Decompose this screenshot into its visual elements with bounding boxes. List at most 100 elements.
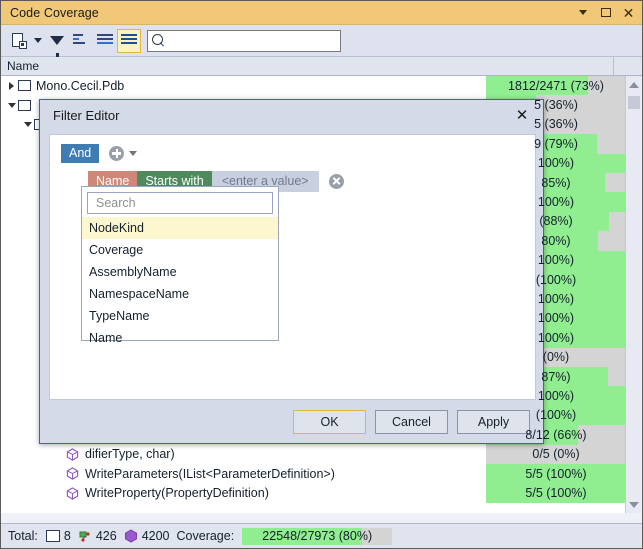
funnel-icon [50, 36, 64, 58]
method-icon-svg [124, 529, 137, 543]
window-titlebar: Code Coverage ✕ [1, 1, 642, 25]
method-icon [66, 448, 79, 461]
row-coverage-value: 80%) [541, 233, 571, 248]
toolbar [1, 25, 642, 58]
plus-circle-icon[interactable] [109, 146, 125, 161]
row-coverage-value: (100%) [535, 272, 577, 287]
row-coverage-value: (0%) [542, 350, 570, 365]
row-coverage-value: 85%) [541, 175, 571, 190]
toolbar-search[interactable] [147, 29, 341, 52]
row-coverage-value: 1812/2471 (73%) [508, 78, 604, 93]
filter-button[interactable] [45, 29, 69, 58]
maximize-icon [600, 8, 611, 17]
table-row[interactable]: WriteProperty(PropertyDefinition) 5/5 (10… [1, 483, 626, 503]
method-icon [66, 467, 79, 480]
method-icon [66, 486, 79, 500]
field-picker-item[interactable]: Coverage [82, 239, 278, 261]
row-coverage-value: 100%) [537, 253, 575, 268]
assembly-icon [45, 530, 60, 542]
group-operator-chip[interactable]: And [61, 144, 100, 163]
field-picker-item[interactable]: AssemblyName [82, 261, 278, 283]
row-coverage-value: 100%) [537, 292, 575, 307]
view-lines-button[interactable] [117, 28, 141, 53]
row-coverage-value: 87%) [541, 369, 571, 384]
row-coverage-value: 5/5 (100%) [525, 486, 587, 501]
row-expander-placeholder [53, 467, 66, 480]
row-name-cell: Mono.Cecil.Pdb [1, 76, 486, 95]
row-coverage-value: 5 (36%) [534, 98, 578, 113]
status-total-label: Total: [8, 529, 38, 543]
view-flat-button[interactable] [69, 29, 93, 53]
field-picker-item[interactable]: TypeName [82, 305, 278, 327]
dialog-title: Filter Editor [53, 107, 120, 123]
search-input[interactable] [165, 31, 340, 50]
report-button[interactable] [7, 29, 31, 53]
dialog-titlebar: Filter Editor ✕ [40, 100, 543, 130]
filter-group-row: And [50, 135, 535, 163]
row-coverage-cell: 5/5 (100%) [486, 483, 626, 503]
column-header-coverage[interactable] [614, 57, 642, 76]
field-picker-search[interactable] [87, 192, 273, 214]
row-label: Mono.Cecil.Pdb [36, 78, 125, 93]
cancel-button[interactable]: Cancel [375, 409, 448, 434]
remove-circle-icon[interactable] [328, 174, 344, 189]
row-label: WriteParameters(IList<ParameterDefinitio… [85, 466, 335, 481]
row-expander-icon[interactable] [5, 99, 18, 112]
grid-header: Name [1, 56, 642, 76]
row-name-cell: WriteProperty(PropertyDefinition) [1, 483, 486, 502]
status-assembly-count: 8 [63, 529, 71, 543]
report-lock-icon [11, 32, 27, 49]
row-coverage-value: 5 (36%) [534, 117, 578, 132]
maximize-button[interactable] [599, 6, 612, 19]
row-expander-placeholder [53, 448, 66, 461]
list-grouped-icon [97, 34, 113, 47]
view-grouped-button[interactable] [93, 29, 117, 53]
window-title: Code Coverage [10, 5, 99, 20]
list-lines-icon [121, 34, 137, 47]
type-icon-svg [79, 531, 90, 542]
report-dropdown-icon[interactable] [34, 38, 42, 43]
apply-button[interactable]: Apply [457, 409, 530, 434]
ok-button[interactable]: OK [293, 409, 366, 434]
scroll-down-arrow-icon [629, 501, 639, 508]
row-expander-icon[interactable] [21, 118, 34, 131]
add-condition-chevron-down-icon[interactable] [129, 151, 138, 156]
row-coverage-value: 100%) [537, 311, 575, 326]
row-coverage-value: 8/12 (66%) [525, 427, 587, 442]
status-bar: Total: 8 426 4200 Coverage: 22548/27973 … [1, 523, 642, 548]
table-row[interactable]: difierType, char) 0/5 (0%) [1, 444, 626, 464]
row-coverage-value: 100%) [537, 330, 575, 345]
assembly-icon [18, 80, 31, 92]
row-coverage-value: 0/5 (0%) [532, 447, 580, 462]
table-row[interactable]: Mono.Cecil.Pdb 1812/2471 (73%) [1, 76, 626, 96]
field-picker-item[interactable]: Name [82, 327, 278, 349]
row-coverage-value: 5/5 (100%) [525, 466, 587, 481]
vertical-scrollbar[interactable] [625, 76, 641, 513]
status-coverage-value: 22548/27973 (80%) [262, 529, 373, 543]
dialog-close-button[interactable]: ✕ [514, 107, 530, 123]
field-picker-list[interactable]: NodeKind Coverage AssemblyName NamespaceNam… [82, 217, 278, 349]
row-expander-icon[interactable] [5, 79, 18, 92]
table-row[interactable]: WriteParameters(IList<ParameterDefinitio… [1, 464, 626, 484]
row-expander-placeholder [53, 487, 66, 500]
list-flat-icon [73, 34, 89, 47]
window-menu-button[interactable] [576, 6, 589, 19]
field-picker-item[interactable]: NamespaceName [82, 283, 278, 305]
field-picker-search-input[interactable] [94, 195, 272, 211]
row-label: difierType, char) [85, 447, 175, 462]
window-controls: ✕ [576, 6, 642, 20]
close-button[interactable]: ✕ [622, 6, 635, 20]
scroll-up-button[interactable] [626, 76, 642, 93]
scroll-down-button[interactable] [626, 496, 642, 513]
field-picker-item[interactable]: NodeKind [82, 217, 278, 239]
row-coverage-cell: 0/5 (0%) [486, 444, 626, 464]
status-type-count: 426 [95, 529, 117, 543]
scrollbar-thumb[interactable] [628, 96, 640, 109]
row-coverage-value: (100%) [535, 408, 577, 423]
assembly-icon [18, 99, 31, 111]
code-coverage-window: Code Coverage ✕ Name Mono.Cecil.Pdb 1812… [0, 0, 643, 549]
field-picker-popup: NodeKindCoverageAssemblyNameNamespaceNam… [81, 186, 279, 345]
column-header-name[interactable]: Name [1, 56, 614, 76]
row-coverage-value: 9 (79%) [534, 136, 578, 151]
row-coverage-value: (88%) [539, 214, 573, 229]
